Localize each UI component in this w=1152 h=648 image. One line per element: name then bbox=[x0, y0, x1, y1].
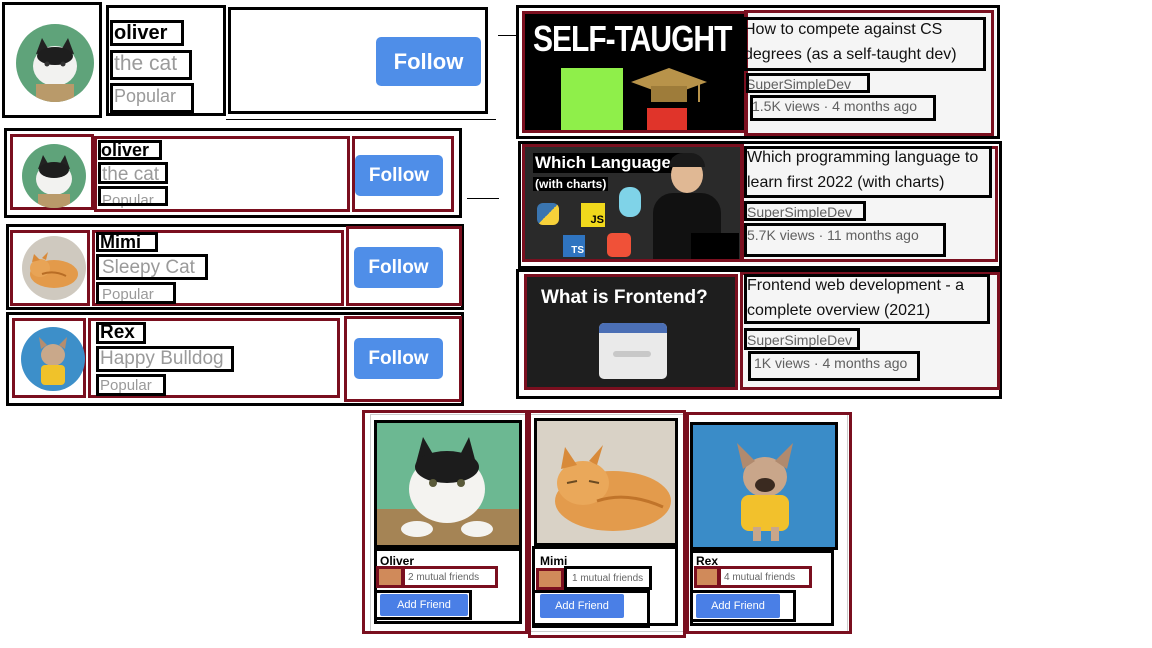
green-square bbox=[561, 68, 623, 130]
avatar bbox=[22, 144, 86, 208]
stats-highlight bbox=[750, 95, 936, 121]
follow-button[interactable]: Follow bbox=[376, 37, 481, 86]
avatar bbox=[16, 24, 94, 102]
mutual-avatar bbox=[536, 568, 564, 590]
friend-photo bbox=[690, 422, 838, 550]
tag-highlight bbox=[96, 282, 176, 304]
mutual-highlight bbox=[718, 566, 812, 588]
button-highlight bbox=[532, 590, 650, 628]
name-highlight bbox=[96, 322, 146, 344]
video-thumbnail[interactable]: Which Language? (with charts) JS TS bbox=[522, 144, 744, 262]
swift-icon bbox=[607, 233, 631, 257]
button-highlight bbox=[374, 590, 472, 620]
js-badge: JS bbox=[581, 203, 605, 227]
title-highlight bbox=[744, 146, 992, 198]
subtitle-highlight bbox=[96, 346, 234, 372]
title-highlight bbox=[744, 274, 990, 324]
stats-highlight bbox=[744, 223, 946, 257]
subtitle-highlight bbox=[96, 254, 208, 280]
redacted-box bbox=[691, 233, 739, 259]
mutual-avatar bbox=[694, 566, 720, 588]
name-highlight bbox=[96, 232, 158, 252]
mutual-highlight bbox=[402, 566, 498, 588]
video-thumbnail[interactable]: SELF-TAUGHT bbox=[522, 11, 748, 133]
follow-button[interactable]: Follow bbox=[354, 247, 443, 288]
friend-photo bbox=[534, 418, 678, 546]
graduation-cap-icon bbox=[631, 68, 707, 102]
thumbnail-title: What is Frontend? bbox=[541, 287, 708, 308]
follow-button[interactable]: Follow bbox=[354, 338, 443, 379]
subtitle-highlight bbox=[98, 162, 168, 184]
mutual-avatar bbox=[376, 566, 404, 588]
channel-highlight bbox=[744, 328, 860, 350]
avatar bbox=[21, 327, 85, 391]
mutual-highlight bbox=[564, 566, 652, 590]
tag-highlight bbox=[96, 374, 166, 396]
python-icon bbox=[537, 203, 559, 225]
video-thumbnail[interactable]: What is Frontend? bbox=[524, 274, 738, 390]
channel-highlight bbox=[744, 201, 866, 221]
browser-window-icon bbox=[599, 323, 667, 379]
follow-button[interactable]: Follow bbox=[355, 155, 443, 196]
channel-highlight bbox=[746, 73, 870, 93]
tag-highlight bbox=[98, 186, 168, 206]
button-highlight bbox=[690, 590, 796, 622]
title-highlight bbox=[744, 17, 986, 71]
name-highlight bbox=[98, 140, 162, 160]
name-highlight bbox=[110, 20, 184, 46]
tag-highlight bbox=[110, 83, 194, 113]
go-gopher-icon bbox=[619, 187, 641, 217]
subtitle-highlight bbox=[110, 50, 192, 80]
stats-highlight bbox=[748, 351, 920, 381]
friend-photo bbox=[374, 420, 522, 548]
red-block bbox=[647, 108, 687, 130]
ts-badge: TS bbox=[563, 235, 585, 257]
thumbnail-title: SELF-TAUGHT bbox=[533, 20, 732, 60]
avatar bbox=[22, 236, 86, 300]
thumbnail-subtitle: (with charts) bbox=[533, 177, 609, 191]
